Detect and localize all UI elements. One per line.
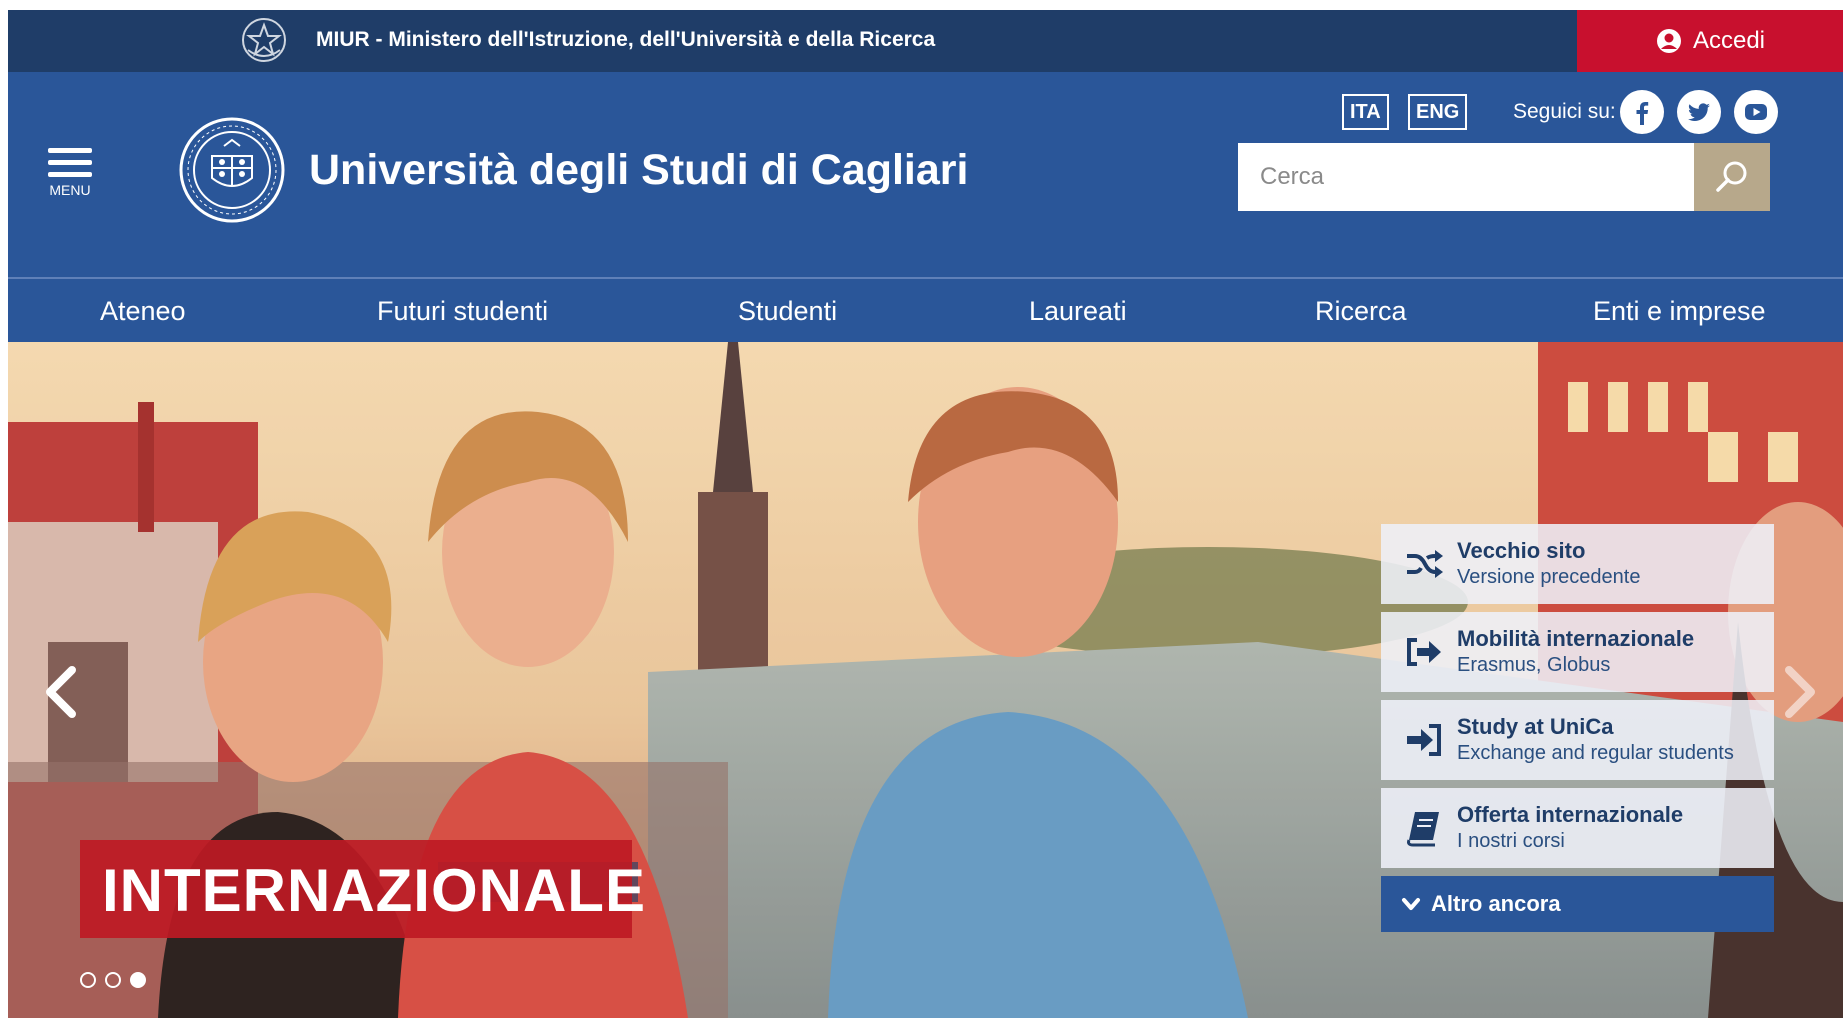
- user-icon: [1656, 29, 1681, 53]
- menu-label: MENU: [49, 182, 91, 198]
- quick-link-subtitle: Versione precedente: [1457, 566, 1641, 588]
- quick-link-title: Vecchio sito: [1457, 538, 1586, 563]
- nav-item-ricerca[interactable]: Ricerca: [1315, 296, 1407, 327]
- quick-link-subtitle: Erasmus, Globus: [1457, 654, 1611, 676]
- more-links-button[interactable]: Altro ancora: [1381, 876, 1774, 932]
- twitter-icon: [1688, 103, 1710, 122]
- republic-emblem-icon: [242, 18, 286, 62]
- lang-eng-button[interactable]: ENG: [1408, 94, 1468, 130]
- slide-indicators: [80, 972, 146, 988]
- quick-link-title: Study at UniCa: [1457, 714, 1614, 739]
- hero-slider: INTERNAZIONALE Vecchio sito Versione pre…: [8, 342, 1843, 1018]
- university-seal-icon[interactable]: [178, 116, 286, 224]
- login-button[interactable]: Accedi: [1577, 10, 1843, 72]
- shuffle-icon: [1407, 550, 1443, 578]
- quick-link-title: Offerta internazionale: [1457, 802, 1684, 827]
- quick-link-offerta[interactable]: Offerta internazionale I nostri corsi: [1381, 788, 1774, 868]
- lang-ita-button[interactable]: ITA: [1342, 94, 1389, 130]
- facebook-button[interactable]: [1620, 90, 1664, 134]
- nav-item-ateneo[interactable]: Ateneo: [100, 296, 186, 327]
- main-nav: Ateneo Futuri studenti Studenti Laureati…: [8, 277, 1843, 342]
- twitter-button[interactable]: [1677, 90, 1721, 134]
- quick-link-subtitle: I nostri corsi: [1457, 830, 1565, 852]
- quick-links: Vecchio sito Versione precedente Mobilit…: [1381, 524, 1774, 932]
- slide-dot-2[interactable]: [105, 972, 121, 988]
- follow-label: Seguici su:: [1513, 100, 1616, 123]
- menu-button[interactable]: MENU: [40, 148, 100, 208]
- search-input[interactable]: [1238, 143, 1700, 211]
- quick-link-subtitle: Exchange and regular students: [1457, 742, 1734, 764]
- miur-link[interactable]: MIUR - Ministero dell'Istruzione, dell'U…: [316, 28, 935, 52]
- slide-dot-3[interactable]: [130, 972, 146, 988]
- slide-caption[interactable]: INTERNAZIONALE: [80, 840, 645, 938]
- quick-link-mobilita[interactable]: Mobilità internazionale Erasmus, Globus: [1381, 612, 1774, 692]
- nav-item-enti-imprese[interactable]: Enti e imprese: [1593, 296, 1766, 327]
- quick-link-vecchio-sito[interactable]: Vecchio sito Versione precedente: [1381, 524, 1774, 604]
- quick-link-study-at-unica[interactable]: Study at UniCa Exchange and regular stud…: [1381, 700, 1774, 780]
- previous-slide-icon[interactable]: [38, 662, 86, 722]
- next-slide-icon[interactable]: [1775, 662, 1823, 722]
- miur-bar: MIUR - Ministero dell'Istruzione, dell'U…: [8, 10, 1843, 72]
- more-links-label: Altro ancora: [1431, 891, 1561, 916]
- search-button[interactable]: [1694, 143, 1770, 211]
- nav-item-studenti[interactable]: Studenti: [738, 296, 837, 327]
- share-arrow-icon: [1407, 638, 1441, 666]
- hamburger-icon: [48, 148, 92, 177]
- sign-in-icon: [1407, 724, 1441, 756]
- quick-link-title: Mobilità internazionale: [1457, 626, 1695, 651]
- nav-item-laureati[interactable]: Laureati: [1029, 296, 1127, 327]
- chevron-down-icon: [1402, 898, 1420, 910]
- nav-item-futuri-studenti[interactable]: Futuri studenti: [377, 296, 548, 327]
- youtube-icon: [1745, 104, 1767, 120]
- facebook-icon: [1636, 102, 1649, 125]
- search-icon: [1716, 161, 1747, 192]
- site-header: MENU Università degli Studi di Cagliari …: [8, 72, 1843, 277]
- youtube-button[interactable]: [1734, 90, 1778, 134]
- search-box: [1238, 143, 1770, 211]
- login-label: Accedi: [1692, 27, 1766, 54]
- slide-dot-1[interactable]: [80, 972, 96, 988]
- book-icon: [1407, 812, 1439, 847]
- site-title[interactable]: Università degli Studi di Cagliari: [309, 146, 968, 195]
